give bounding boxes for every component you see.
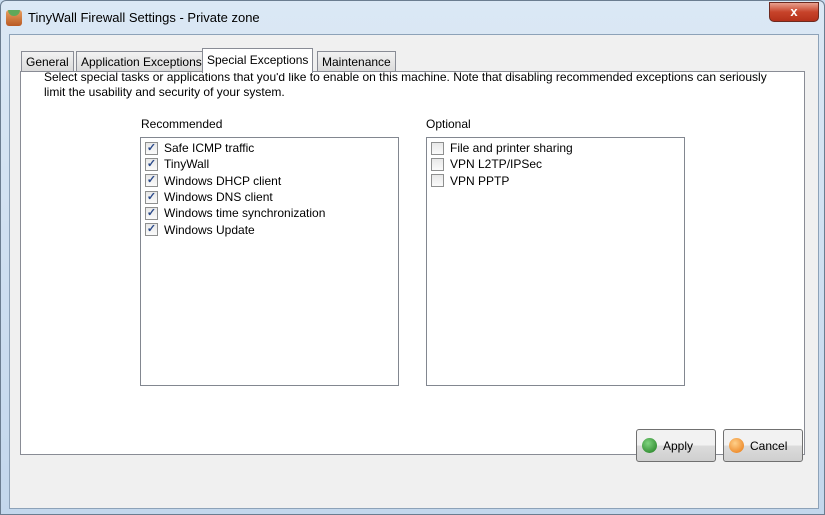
apply-button[interactable]: Apply — [636, 429, 716, 462]
orange-status-icon — [729, 438, 744, 453]
checkbox[interactable]: ✓ — [145, 223, 158, 237]
list-item[interactable]: ✓ Safe ICMP traffic — [142, 140, 397, 156]
list-item[interactable]: VPN PPTP — [428, 173, 683, 189]
close-button[interactable]: x — [769, 2, 819, 22]
list-item[interactable]: File and printer sharing — [428, 140, 683, 156]
list-item-label: Windows DHCP client — [164, 173, 282, 188]
checkbox[interactable]: ✓ — [145, 190, 158, 204]
list-item[interactable]: VPN L2TP/IPSec — [428, 156, 683, 172]
list-item-label: Windows DNS client — [164, 190, 273, 205]
tab-application-exceptions[interactable]: Application Exceptions — [76, 51, 207, 72]
list-item-label: Windows time synchronization — [164, 206, 326, 221]
checkbox[interactable]: ✓ — [145, 157, 158, 171]
list-item[interactable]: ✓ Windows DHCP client — [142, 173, 397, 189]
checkbox[interactable] — [431, 157, 444, 171]
tab-maintenance[interactable]: Maintenance — [317, 51, 396, 72]
optional-list[interactable]: File and printer sharing VPN L2TP/IPSec VP… — [426, 137, 685, 386]
tab-general[interactable]: General — [21, 51, 74, 72]
list-item[interactable]: ✓ TinyWall — [142, 156, 397, 172]
recommended-label: Recommended — [141, 117, 223, 131]
window-title: TinyWall Firewall Settings - Private zon… — [28, 10, 260, 25]
checkbox[interactable]: ✓ — [145, 206, 158, 220]
tab-panel — [20, 71, 805, 455]
list-item-label: Safe ICMP traffic — [164, 141, 255, 156]
checkbox[interactable] — [431, 141, 444, 155]
list-item-label: File and printer sharing — [450, 141, 573, 156]
description-text: Select special tasks or applications tha… — [44, 70, 767, 99]
recommended-list[interactable]: ✓ Safe ICMP traffic ✓ TinyWall ✓ Windows DHCP… — [140, 137, 399, 386]
list-item[interactable]: ✓ Windows DNS client — [142, 189, 397, 205]
checkbox[interactable]: ✓ — [145, 174, 158, 188]
checkbox[interactable]: ✓ — [145, 141, 158, 155]
list-item[interactable]: ✓ Windows time synchronization — [142, 205, 397, 221]
list-item-label: TinyWall — [164, 157, 210, 172]
list-item-label: VPN PPTP — [450, 173, 510, 188]
green-status-icon — [642, 438, 657, 453]
apply-label: Apply — [663, 438, 694, 453]
cancel-button[interactable]: Cancel — [723, 429, 803, 462]
list-item-label: Windows Update — [164, 222, 255, 237]
tinywall-app-icon — [6, 10, 22, 26]
list-item-label: VPN L2TP/IPSec — [450, 157, 543, 172]
list-item[interactable]: ✓ Windows Update — [142, 221, 397, 237]
cancel-label: Cancel — [750, 438, 788, 453]
optional-label: Optional — [426, 117, 471, 131]
tab-special-exceptions[interactable]: Special Exceptions — [202, 48, 314, 73]
checkbox[interactable] — [431, 174, 444, 188]
